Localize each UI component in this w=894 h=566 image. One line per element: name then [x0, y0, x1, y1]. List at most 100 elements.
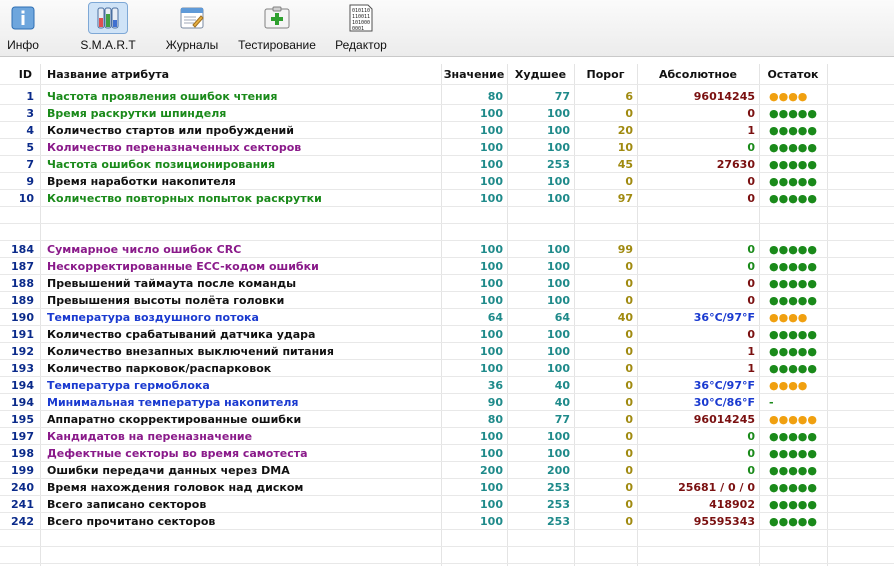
cell-remaining: ●●●●●	[769, 107, 817, 120]
cell-attribute-name: Суммарное число ошибок CRC	[47, 243, 242, 256]
cell-id: 195	[11, 413, 34, 426]
cell-raw: 0	[747, 464, 755, 477]
table-row[interactable]: 189 Превышения высоты полёта головки 100 10…	[0, 292, 894, 309]
header-threshold[interactable]: Порог	[574, 66, 637, 83]
cell-attribute-name: Превышений таймаута после команды	[47, 277, 297, 290]
cell-threshold: 45	[617, 158, 633, 171]
cell-raw: 95595343	[693, 515, 755, 528]
cell-value: 100	[480, 243, 503, 256]
cell-attribute-name: Время нахождения головок над диском	[47, 481, 304, 494]
toolbar-button-journals[interactable]: Журналы	[162, 2, 222, 54]
table-row[interactable]: 197 Кандидатов на переназначение 100 100 0 0 ●…	[0, 428, 894, 445]
header-value[interactable]: Значение	[441, 66, 507, 83]
table-row[interactable]: 194 Температура гермоблока 36 40 0 36°C/97°F ●…	[0, 377, 894, 394]
cell-threshold: 0	[625, 175, 633, 188]
table-row[interactable]: 7 Частота ошибок позиционирования 100 253 45…	[0, 156, 894, 173]
cell-threshold: 0	[625, 328, 633, 341]
cell-id: 7	[26, 158, 34, 171]
cell-attribute-name: Дефектные секторы во время самотеста	[47, 447, 308, 460]
row-separator	[0, 563, 894, 564]
table-row[interactable]: 188 Превышений таймаута после команды 100 1…	[0, 275, 894, 292]
cell-worst: 100	[547, 345, 570, 358]
table-row[interactable]: 195 Аппаратно скорректированные ошибки 80 7…	[0, 411, 894, 428]
cell-id: 190	[11, 311, 34, 324]
cell-raw: 36°C/97°F	[693, 379, 755, 392]
row-separator	[0, 546, 894, 547]
table-row[interactable]: 194 Минимальная температура накопителя 90 4…	[0, 394, 894, 411]
header-raw[interactable]: Абсолютное	[637, 66, 759, 83]
toolbar-button-info[interactable]: Инфо	[2, 2, 44, 54]
cell-raw: 0	[747, 260, 755, 273]
cell-threshold: 0	[625, 515, 633, 528]
toolbar-button-testing[interactable]: Тестирование	[236, 2, 318, 54]
toolbar-button-editor[interactable]: 010110 110011 101000 0001 Редактор	[332, 2, 390, 54]
row-separator	[0, 121, 894, 122]
cell-attribute-name: Всего записано секторов	[47, 498, 207, 511]
cell-remaining: ●●●●●	[769, 192, 817, 205]
cell-value: 80	[487, 90, 503, 103]
table-row[interactable]: 199 Ошибки передачи данных через DMA 200 20…	[0, 462, 894, 479]
row-separator	[0, 325, 894, 326]
table-row[interactable]: 241 Всего записано секторов 100 253 0 418902 ●…	[0, 496, 894, 513]
table-row[interactable]: 187 Нескорректированные ECC-кодом ошибки 1…	[0, 258, 894, 275]
cell-value: 100	[480, 481, 503, 494]
table-row[interactable]: 10 Количество повторных попыток раскрутки…	[0, 190, 894, 207]
table-row[interactable]: 192 Количество внезапных выключений питан…	[0, 343, 894, 360]
cell-raw: 0	[747, 294, 755, 307]
cell-raw: 0	[747, 430, 755, 443]
table-row[interactable]: 242 Всего прочитано секторов 100 253 0 955953…	[0, 513, 894, 530]
cell-id: 194	[11, 379, 34, 392]
cell-remaining: ●●●●●	[769, 294, 817, 307]
table-row[interactable]: 198 Дефектные секторы во время самотеста 1…	[0, 445, 894, 462]
cell-raw: 0	[747, 447, 755, 460]
table-row[interactable]: 1 Частота проявления ошибок чтения 80 77 6 96…	[0, 88, 894, 105]
cell-attribute-name: Температура гермоблока	[47, 379, 210, 392]
table-row[interactable]: 191 Количество срабатываний датчика удара…	[0, 326, 894, 343]
cell-id: 189	[11, 294, 34, 307]
smart-icon	[88, 2, 128, 34]
cell-worst: 100	[547, 447, 570, 460]
cell-attribute-name: Количество повторных попыток раскрутки	[47, 192, 322, 205]
table-row[interactable]: 9 Время наработки накопителя 100 100 0 0 ●●●●●	[0, 173, 894, 190]
table-row[interactable]: 5 Количество переназначенных секторов 100 1…	[0, 139, 894, 156]
cell-threshold: 99	[617, 243, 633, 256]
cell-remaining: ●●●●●	[769, 277, 817, 290]
row-separator	[0, 172, 894, 173]
header-id[interactable]: ID	[0, 66, 40, 83]
cell-id: 3	[26, 107, 34, 120]
row-separator	[0, 257, 894, 258]
table-row[interactable]: 3 Время раскрутки шпинделя 100 100 0 0 ●●●●●	[0, 105, 894, 122]
cell-worst: 100	[547, 294, 570, 307]
cell-worst: 100	[547, 243, 570, 256]
toolbar-button-smart[interactable]: S.M.A.R.T	[76, 2, 140, 54]
cell-value: 200	[480, 464, 503, 477]
cell-threshold: 0	[625, 464, 633, 477]
cell-value: 100	[480, 158, 503, 171]
binary-editor-icon: 010110 110011 101000 0001	[341, 2, 381, 34]
header-attribute-name[interactable]: Название атрибута	[41, 66, 441, 83]
cell-attribute-name: Количество переназначенных секторов	[47, 141, 302, 154]
cell-raw: 0	[747, 141, 755, 154]
cell-raw: 25681 / 0 / 0	[678, 481, 755, 494]
cell-attribute-name: Кандидатов на переназначение	[47, 430, 253, 443]
cell-remaining: ●●●●●	[769, 464, 817, 477]
row-separator	[0, 410, 894, 411]
cell-raw: 418902	[709, 498, 755, 511]
table-row[interactable]: 240 Время нахождения головок над диском 10…	[0, 479, 894, 496]
cell-worst: 253	[547, 158, 570, 171]
header-worst[interactable]: Худшее	[507, 66, 574, 83]
cell-raw: 27630	[716, 158, 755, 171]
cell-worst: 253	[547, 481, 570, 494]
header-remaining[interactable]: Остаток	[759, 66, 827, 83]
table-row[interactable]: 193 Количество парковок/распарковок 100 100…	[0, 360, 894, 377]
cell-raw: 0	[747, 328, 755, 341]
table-row[interactable]: 184 Суммарное число ошибок CRC 100 100 99 0 ●●…	[0, 241, 894, 258]
cell-threshold: 0	[625, 430, 633, 443]
table-row[interactable]: 190 Температура воздушного потока 64 64 40 36…	[0, 309, 894, 326]
cell-remaining: ●●●●●	[769, 413, 817, 426]
table-row[interactable]: 4 Количество стартов или пробуждений 100 10…	[0, 122, 894, 139]
cell-attribute-name: Минимальная температура накопителя	[47, 396, 299, 409]
cell-id: 4	[26, 124, 34, 137]
row-separator	[0, 495, 894, 496]
cell-worst: 200	[547, 464, 570, 477]
